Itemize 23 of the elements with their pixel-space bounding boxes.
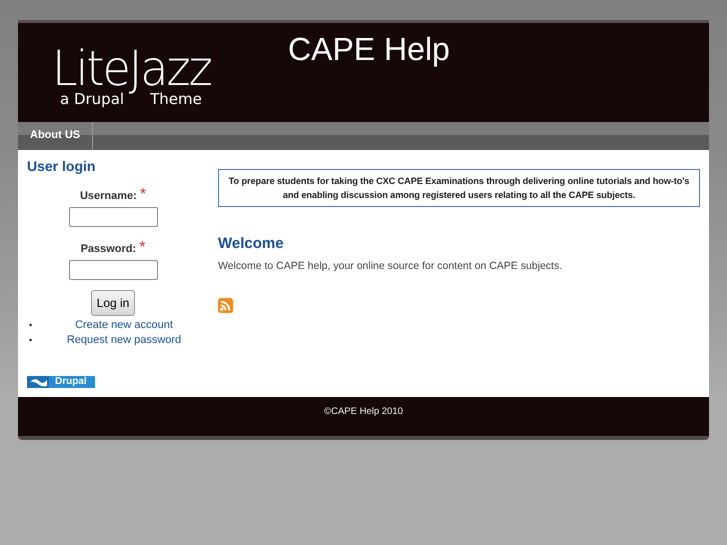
powered-by-badge[interactable]: Drupal — [27, 376, 99, 388]
article-text: Welcome to CAPE help, your online source for content on CAPE subjects. — [218, 260, 564, 272]
account-link[interactable]: Request new password — [41, 333, 207, 348]
field-label: Username: — [80, 190, 137, 202]
block-title: User login — [27, 158, 96, 174]
logo-name: LiteJazz — [52, 44, 211, 92]
article-title[interactable]: Welcome — [218, 235, 700, 252]
required-mark: * — [140, 186, 146, 203]
bullet: • — [28, 319, 34, 332]
rss-feed-icon[interactable] — [218, 298, 233, 313]
account-link[interactable]: Create new account — [41, 318, 207, 333]
login-button[interactable]: Log in — [90, 290, 136, 316]
site-name[interactable]: CAPE Help — [288, 29, 450, 69]
copyright-text: ©CAPE Help 2010 — [324, 406, 403, 419]
input-field[interactable] — [68, 260, 158, 280]
logo-tagline: a Drupal — [60, 91, 124, 107]
bullet: • — [28, 334, 34, 347]
input-field[interactable] — [68, 207, 158, 227]
required-mark: * — [139, 239, 146, 256]
badge-text: Drupal — [49, 376, 95, 388]
field-label: Password: — [80, 243, 136, 255]
mission-statement: To prepare students for taking the CXC CAPE Examinations through delivering online tutorials and how-to's and enabling discussion among registered users relating to all the CAPE subjects. — [218, 169, 700, 207]
logo-tagline: Theme — [150, 91, 202, 107]
